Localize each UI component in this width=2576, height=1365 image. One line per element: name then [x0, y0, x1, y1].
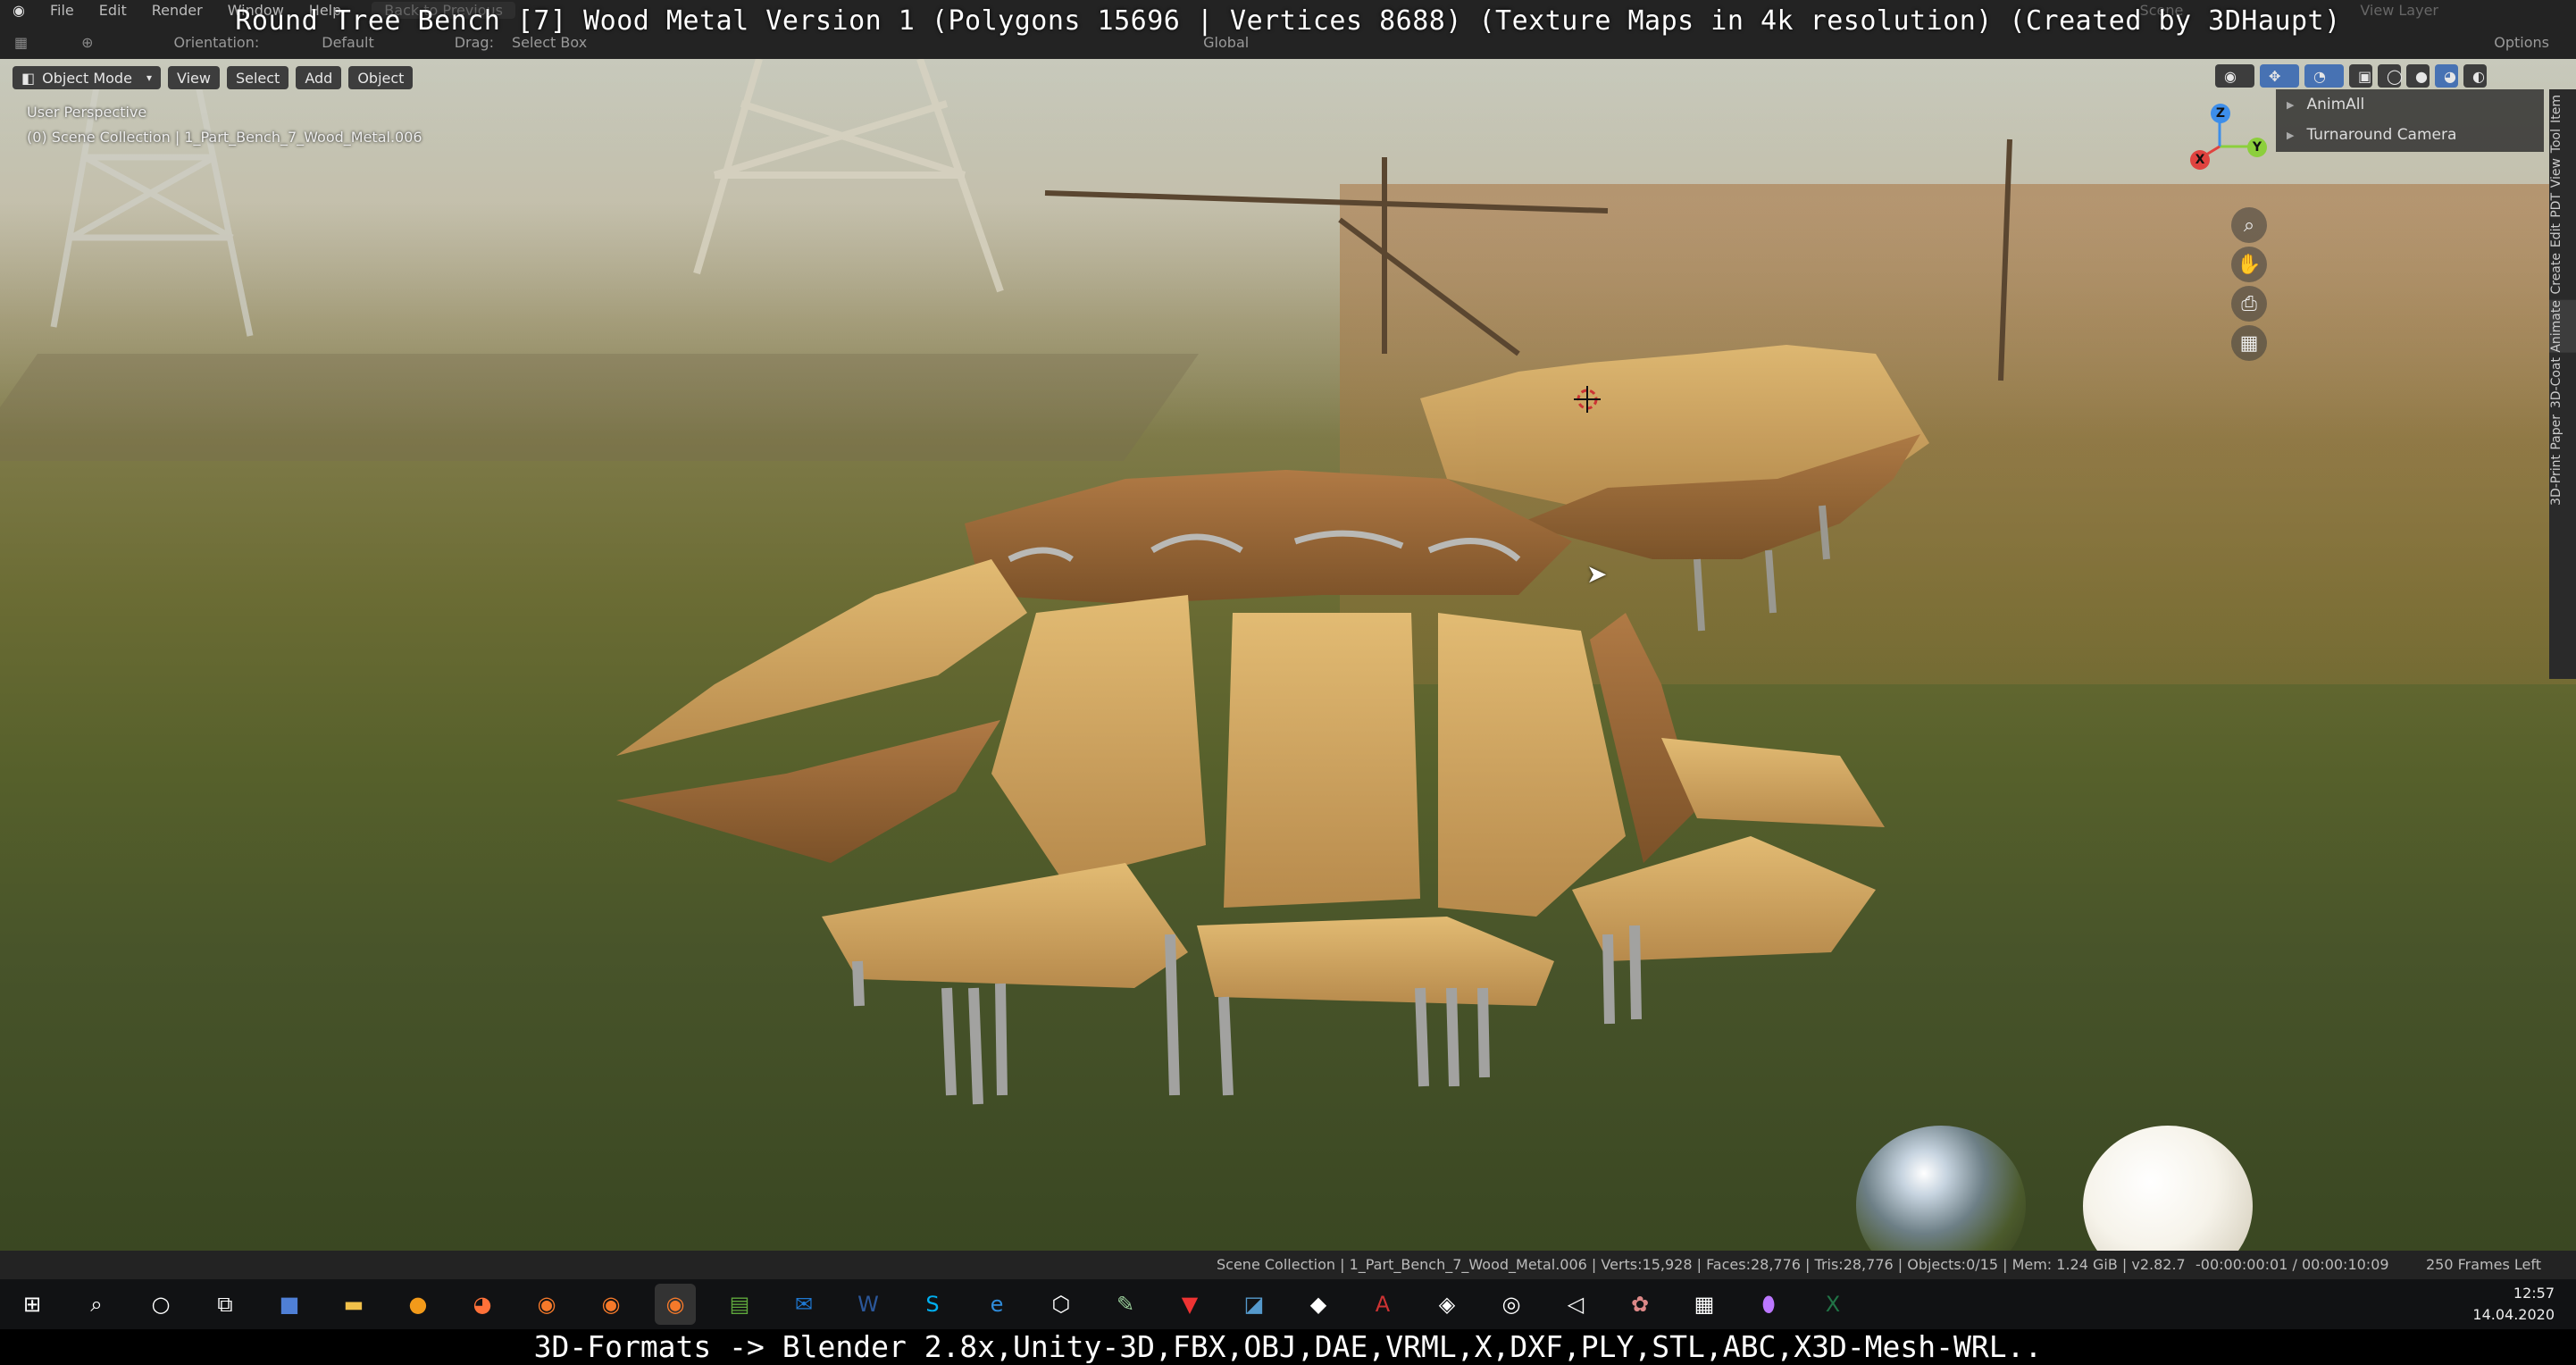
select-menu[interactable]: Select [226, 66, 289, 89]
round-tree-bench-model[interactable] [0, 59, 2576, 1251]
zoom-icon[interactable]: ⌕ [2231, 207, 2267, 243]
navigation-gizmo[interactable]: Z Y X [2179, 104, 2278, 202]
3d-viewport[interactable]: ➤ ◧ Object Mode ▾ View Select Add Object… [0, 59, 2576, 1251]
unity-icon[interactable]: ◈ [1426, 1284, 1468, 1325]
timeline-time: -00:00:00:01 / 00:00:10:09 [2195, 1256, 2389, 1273]
perspective-grid-icon[interactable]: ▦ [2231, 325, 2267, 361]
xray-icon[interactable]: ▣ [2349, 64, 2372, 88]
terminal-icon[interactable]: ◁ [1555, 1284, 1596, 1325]
file-explorer-icon[interactable]: ▬ [333, 1284, 374, 1325]
expand-arrow-icon: ▶ [2287, 98, 2295, 111]
sidebar-panel: ▶ AnimAll ▶ Turnaround Camera [2276, 89, 2544, 152]
viewport-shading-controls: ◉ ✥ ◔ ▣ ◯ ● ◕ ◐ [2215, 64, 2487, 88]
3d-cursor-icon[interactable] [1574, 386, 1601, 413]
search-icon[interactable]: ⌕ [76, 1284, 117, 1325]
system-clock[interactable]: 12:57 14.04.2020 [2447, 1283, 2555, 1326]
tool-icon[interactable]: ✎ [1105, 1284, 1146, 1325]
clock-date: 14.04.2020 [2472, 1306, 2555, 1323]
gizmo-x-axis[interactable]: X [2190, 150, 2210, 170]
video-title-overlay: Round Tree Bench [7] Wood Metal Version … [235, 5, 2341, 37]
material-shading-icon[interactable]: ◕ [2435, 64, 2458, 88]
blender-orange-icon[interactable]: ● [397, 1284, 439, 1325]
tab-edit[interactable]: Edit [2549, 223, 2576, 247]
gizmo-toggle-icon[interactable]: ✥ [2260, 64, 2299, 88]
frames-left: 250 Frames Left [2426, 1256, 2541, 1273]
panel-animall[interactable]: ▶ AnimAll [2276, 89, 2544, 120]
tab-create[interactable]: Create [2549, 253, 2576, 295]
blender-header: ◉ File Edit Render Window Help Back to P… [0, 0, 2576, 59]
paint-icon[interactable]: ✿ [1619, 1284, 1660, 1325]
tab-3d-coat[interactable]: 3D-Coat [2549, 357, 2576, 408]
overlays-icon[interactable]: ◔ [2304, 64, 2344, 88]
access-icon[interactable]: A [1362, 1284, 1403, 1325]
wireframe-shading-icon[interactable]: ◯ [2378, 64, 2403, 88]
vectorworks-icon[interactable]: ▼ [1169, 1284, 1210, 1325]
gizmo-z-axis[interactable]: Z [2211, 104, 2230, 123]
spreadsheet-icon[interactable]: ▤ [719, 1284, 760, 1325]
cube-icon[interactable]: ⬡ [1041, 1284, 1082, 1325]
task-view-icon[interactable]: ⧉ [205, 1284, 246, 1325]
tab-animate[interactable]: Animate [2549, 299, 2576, 353]
cortana-icon[interactable]: ○ [140, 1284, 181, 1325]
pan-hand-icon[interactable]: ✋ [2231, 247, 2267, 282]
edge-icon[interactable]: e [976, 1284, 1017, 1325]
perspective-label: User Perspective [27, 104, 147, 121]
active-object-label: (0) Scene Collection | 1_Part_Bench_7_Wo… [27, 129, 422, 146]
tab-pdt[interactable]: PDT [2549, 193, 2576, 218]
gizmo-y-axis[interactable]: Y [2247, 138, 2267, 157]
video-caption: 3D-Formats -> Blender 2.8x,Unity-3D,FBX,… [0, 1329, 2576, 1365]
object-mode-dropdown[interactable]: ◧ Object Mode ▾ [13, 66, 161, 89]
tab-3d-print[interactable]: 3D-Print [2549, 455, 2576, 506]
viewport-header: ◧ Object Mode ▾ View Select Add Object [13, 66, 414, 89]
scene-statistics: Scene Collection | 1_Part_Bench_7_Wood_M… [1217, 1256, 2186, 1273]
unity-hub-icon[interactable]: ◎ [1491, 1284, 1532, 1325]
save-icon[interactable]: ■ [269, 1284, 310, 1325]
status-bar: Scene Collection | 1_Part_Bench_7_Wood_M… [0, 1251, 2576, 1279]
mouse-pointer-icon: ➤ [1586, 559, 1608, 589]
sketch-icon[interactable]: ◪ [1234, 1284, 1275, 1325]
tab-paper[interactable]: Paper [2549, 415, 2576, 450]
word-icon[interactable]: W [848, 1284, 889, 1325]
clock-time: 12:57 [2513, 1285, 2555, 1302]
object-menu[interactable]: Object [348, 66, 414, 89]
blender-icon[interactable]: ◉ [526, 1284, 567, 1325]
view-menu[interactable]: View [168, 66, 220, 89]
visibility-icon[interactable]: ◉ [2215, 64, 2254, 88]
blender-icon[interactable]: ◉ [590, 1284, 631, 1325]
tab-view[interactable]: View [2549, 158, 2576, 188]
excel-icon[interactable]: X [1812, 1284, 1853, 1325]
object-mode-icon: ◧ [21, 69, 36, 87]
tab-item[interactable]: Item [2549, 95, 2576, 123]
windows-start-icon[interactable]: ⊞ [12, 1284, 53, 1325]
tab-tool[interactable]: Tool [2549, 129, 2576, 153]
camera-icon[interactable]: ⎙ [2231, 286, 2267, 322]
chevron-down-icon: ▾ [146, 71, 152, 84]
panel-turnaround-camera[interactable]: ▶ Turnaround Camera [2276, 120, 2544, 150]
solid-shading-icon[interactable]: ● [2406, 64, 2430, 88]
app-icon[interactable]: ◆ [1298, 1284, 1339, 1325]
rendered-shading-icon[interactable]: ◐ [2463, 64, 2487, 88]
expand-arrow-icon: ▶ [2287, 129, 2295, 141]
calculator-icon[interactable]: ▦ [1684, 1284, 1725, 1325]
skype-icon[interactable]: S [912, 1284, 953, 1325]
add-menu[interactable]: Add [296, 66, 342, 89]
outlook-icon[interactable]: ✉ [783, 1284, 824, 1325]
firefox-icon[interactable]: ◕ [462, 1284, 503, 1325]
windows-taskbar: ⊞ ⌕ ○ ⧉ ■ ▬ ● ◕ ◉ ◉ ◉ ▤ ✉ W S e ⬡ ✎ ▼ ◪ … [0, 1279, 2576, 1329]
blender-icon[interactable]: ◉ [655, 1284, 696, 1325]
maps-icon[interactable]: ⬮ [1748, 1284, 1789, 1325]
sidebar-tabs: Item Tool View PDT Edit Create Animate 3… [2549, 89, 2576, 679]
